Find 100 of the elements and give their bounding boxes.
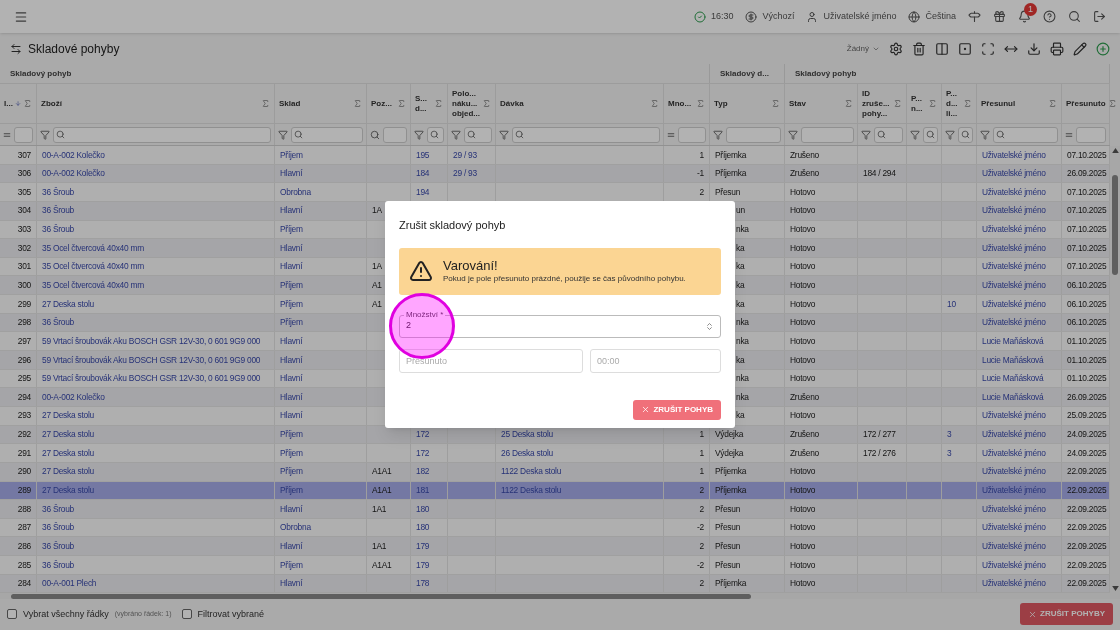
table-cell: Hotovo	[790, 279, 816, 292]
table-cell: Zrušeno	[790, 148, 819, 162]
table-cell: Zrušeno	[790, 390, 819, 404]
table-cell: Hotovo	[790, 334, 816, 348]
table-cell: Zrušeno	[790, 167, 819, 180]
table-cell: 2	[699, 577, 704, 590]
warning-text: Pokud je pole přesunuto prázdné, použije se čas původního pohybu.	[443, 272, 686, 285]
table-cell: Přesun	[715, 521, 741, 534]
table-cell: Hotovo	[790, 353, 816, 367]
table-cell: 07.10.2025	[1067, 148, 1107, 162]
table-cell: 1	[699, 148, 704, 162]
table-cell: Hotovo	[790, 539, 816, 553]
table-cell: 26.09.2025	[1067, 167, 1107, 180]
table-cell: un	[736, 204, 745, 218]
table-cell: Příjemka	[715, 465, 747, 478]
table-cell: 2	[699, 539, 704, 553]
table-cell: nka	[736, 316, 749, 329]
table-cell: -2	[697, 521, 704, 534]
table-cell: Hotovo	[790, 502, 816, 516]
table-cell: 2	[699, 484, 704, 497]
table-cell: Příjemka	[715, 148, 747, 162]
table-cell: nka	[736, 390, 749, 404]
table-cell: 1A1	[372, 502, 387, 516]
table-cell: 284	[17, 577, 31, 590]
table-cell: 22.09.2025	[1067, 539, 1107, 553]
table-cell: 306	[17, 167, 31, 180]
table-cell: 307	[17, 148, 31, 162]
table-cell: 22.09.2025	[1067, 465, 1107, 478]
table-cell: 2	[699, 502, 704, 516]
table-cell: Hotovo	[790, 241, 816, 255]
table-cell: 22.09.2025	[1067, 558, 1107, 572]
table-cell: 1	[699, 446, 704, 460]
table-cell: ka	[736, 241, 745, 255]
table-cell: 22.09.2025	[1067, 521, 1107, 534]
table-cell: 285	[17, 558, 31, 572]
table-cell: Zrušeno	[790, 446, 819, 460]
table-cell: 287	[17, 521, 31, 534]
table-cell: Hotovo	[790, 260, 816, 273]
table-cell: ka	[736, 297, 745, 311]
column-group-header: Skladový pohyb	[10, 67, 72, 80]
page-title: Skladové pohyby	[28, 40, 120, 58]
table-cell: Zrušeno	[790, 428, 819, 441]
table-cell: ka	[736, 260, 745, 273]
table-cell: 288	[17, 502, 31, 516]
table-cell: 290	[17, 465, 31, 478]
table-cell: 1A1	[372, 539, 387, 553]
table-cell: 07.10.2025	[1067, 260, 1107, 273]
table-cell: 07.10.2025	[1067, 223, 1107, 236]
table-cell: 06.10.2025	[1067, 279, 1107, 292]
table-cell: nka	[736, 223, 749, 236]
table-cell: ka	[736, 409, 745, 423]
table-cell: 1	[699, 428, 704, 441]
table-cell: ka	[736, 353, 745, 367]
table-cell: 1	[699, 465, 704, 478]
table-cell: nka	[736, 372, 749, 385]
table-cell: 291	[17, 446, 31, 460]
table-cell: Příjemka	[715, 484, 747, 497]
table-cell: Hotovo	[790, 409, 816, 423]
table-cell: 292	[17, 428, 31, 441]
table-cell: Hotovo	[790, 577, 816, 590]
table-cell: 295	[17, 372, 31, 385]
table-cell: -2	[697, 558, 704, 572]
table-cell: 1A	[372, 204, 382, 218]
table-cell: 24.09.2025	[1067, 446, 1107, 460]
table-cell: 07.10.2025	[1067, 204, 1107, 218]
table-cell: 299	[17, 297, 31, 311]
table-cell: 294	[17, 390, 31, 404]
table-cell: 24.09.2025	[1067, 428, 1107, 441]
dialog-title: Zrušit skladový pohyb	[399, 218, 507, 233]
table-cell: 286	[17, 539, 31, 553]
table-cell: 289	[17, 484, 31, 497]
table-cell: Hotovo	[790, 204, 816, 218]
table-cell: 184 / 294	[863, 167, 896, 180]
table-cell: 01.10.2025	[1067, 334, 1107, 348]
table-cell: 172 / 276	[863, 446, 896, 460]
table-cell: A1	[372, 279, 382, 292]
table-cell: Přesun	[715, 185, 741, 199]
table-cell: 297	[17, 334, 31, 348]
table-cell: 01.10.2025	[1067, 353, 1107, 367]
table-cell: A1	[372, 297, 382, 311]
table-cell: 06.10.2025	[1067, 316, 1107, 329]
table-cell: A1A1	[372, 484, 392, 497]
table-cell: Hotovo	[790, 223, 816, 236]
column-group-header: Skladový d...	[720, 67, 769, 80]
table-cell: Výdejka	[715, 446, 744, 460]
column-group-header: Skladový pohyb	[795, 67, 857, 80]
table-cell: 300	[17, 279, 31, 292]
table-cell: 305	[17, 185, 31, 199]
table-cell: -1	[697, 167, 704, 180]
table-cell: 301	[17, 260, 31, 273]
table-cell: 172 / 277	[863, 428, 896, 441]
table-cell: Přesun	[715, 539, 741, 553]
table-cell: 298	[17, 316, 31, 329]
table-cell: Hotovo	[790, 558, 816, 572]
table-cell: A1A1	[372, 465, 392, 478]
table-cell: nka	[736, 334, 749, 348]
warning-title: Varování!	[443, 257, 499, 273]
table-cell: 304	[17, 204, 31, 218]
table-cell: 07.10.2025	[1067, 185, 1107, 199]
table-cell: Hotovo	[790, 372, 816, 385]
